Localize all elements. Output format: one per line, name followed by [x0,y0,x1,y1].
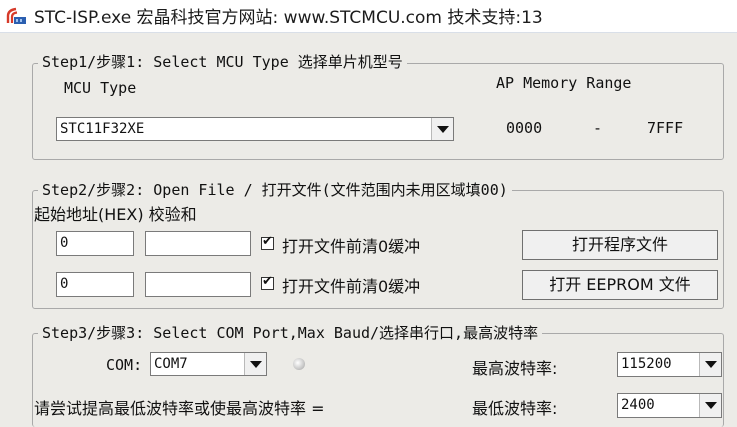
mcu-type-select[interactable]: STC11F32XE [56,117,454,141]
mcu-type-label: MCU Type [64,79,137,97]
ap-dash: - [593,119,603,137]
max-baud-select[interactable]: 115200 [617,352,722,377]
com-port-select[interactable]: COM7 [150,352,267,376]
open-eeprom-file-button[interactable]: 打开 EEPROM 文件 [522,270,718,300]
chevron-down-icon[interactable] [699,394,721,417]
baud-hint-text: 请尝试提高最低波特率或使最高波特率 = [34,399,325,418]
min-baud-select[interactable]: 2400 [617,393,722,418]
ap-start: 0000 [506,119,543,137]
open-program-file-button[interactable]: 打开程序文件 [522,230,718,260]
ap-memory-label: AP Memory Range [496,74,632,92]
checksum-field-1 [145,231,251,256]
step1-legend: Step1/步骤1: Select MCU Type 选择单片机型号 [38,51,407,72]
min-baud-label: 最低波特率: [472,399,558,418]
chevron-down-icon[interactable] [699,353,721,376]
chevron-down-icon[interactable] [431,118,453,140]
window-title: STC-ISP.exe 宏晶科技官方网站: www.STCMCU.com 技术支… [34,8,543,28]
stc-isp-app-icon [6,7,26,24]
com-label: COM: [106,356,143,374]
max-baud-label: 最高波特率: [472,359,558,378]
step2-legend: Step2/步骤2: Open File / 打开文件(文件范围内未用区域填00… [38,179,512,200]
chevron-down-icon[interactable] [244,353,266,375]
mcu-type-value: STC11F32XE [56,117,454,141]
clear-buffer-checkbox-2[interactable] [261,274,274,290]
clear-buffer-label-1: 打开文件前清0缓冲 [282,237,421,256]
start-address-input-1[interactable]: 0 [56,231,134,256]
step3-legend: Step3/步骤3: Select COM Port,Max Baud/选择串行… [38,322,543,343]
clear-buffer-checkbox-1[interactable] [261,234,274,250]
clear-buffer-label-2: 打开文件前清0缓冲 [282,277,421,296]
checksum-field-2 [145,272,251,297]
start-address-input-2[interactable]: 0 [56,272,134,297]
led-indicator-icon [293,358,305,370]
start-address-label: 起始地址(HEX) 校验和 [34,205,197,224]
ap-end: 7FFF [647,119,684,137]
